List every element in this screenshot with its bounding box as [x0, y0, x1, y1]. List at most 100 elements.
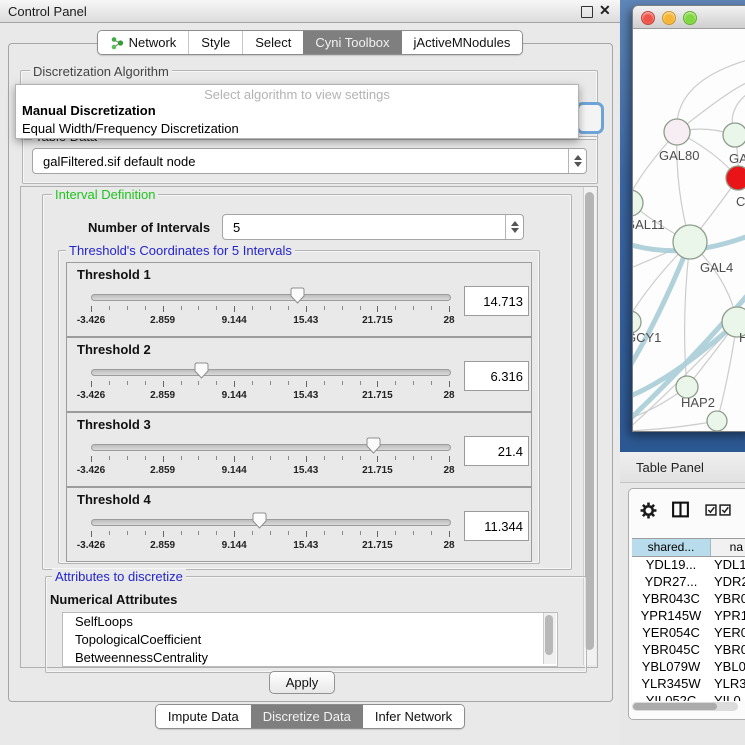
table-panel-title: Table Panel: [636, 460, 704, 475]
threshold-2-slider[interactable]: -3.4262.8599.14415.4321.71528: [67, 338, 531, 411]
attribute-list-item[interactable]: BetweennessCentrality: [63, 649, 557, 667]
dropdown-option-manual[interactable]: Manual Discretization: [16, 102, 578, 120]
slider-track[interactable]: [91, 519, 451, 526]
network-view-window[interactable]: GAL80GACGAL11GAL4GCY1HHAP2: [632, 5, 745, 432]
cell-name[interactable]: YBR0: [710, 590, 745, 607]
threshold-1-value-field[interactable]: [464, 286, 529, 316]
cell-shared-name[interactable]: YBR045C: [632, 641, 710, 658]
checkbox-icon[interactable]: [719, 504, 731, 516]
attributes-scrollbar-thumb[interactable]: [545, 615, 553, 655]
network-canvas[interactable]: GAL80GACGAL11GAL4GCY1HHAP2: [633, 29, 745, 431]
apply-button[interactable]: Apply: [269, 671, 335, 694]
slider-tick: [270, 306, 271, 310]
threshold-4-value-field[interactable]: [464, 511, 529, 541]
attribute-list-item[interactable]: SelfLoops: [63, 613, 557, 631]
cell-shared-name[interactable]: YDR27...: [632, 573, 710, 590]
slider-tick: [127, 531, 128, 535]
numerical-attributes-list[interactable]: SelfLoopsTopologicalCoefficientBetweenne…: [62, 612, 558, 667]
close-icon[interactable]: ✕: [599, 2, 611, 19]
slider-tick-label: 21.715: [362, 390, 393, 401]
network-node-label: GAL11: [633, 217, 665, 232]
tab-jactivemnodules[interactable]: jActiveMNodules: [402, 31, 523, 54]
slider-tick: [342, 531, 343, 535]
slider-tick: [198, 381, 199, 385]
slider-tick: [91, 456, 92, 462]
close-traffic-light-icon[interactable]: [641, 11, 655, 25]
table-rows[interactable]: YDL19...YDL1YDR27...YDR2YBR043CYBR0YPR14…: [632, 556, 745, 701]
cell-shared-name[interactable]: YBL079W: [632, 658, 710, 675]
threshold-2-value-field[interactable]: [464, 361, 529, 391]
table-row[interactable]: YLR345WYLR3: [632, 675, 745, 692]
slider-tick: [270, 531, 271, 535]
gear-icon[interactable]: [640, 502, 657, 519]
cell-name[interactable]: YDR2: [710, 573, 745, 590]
table-row[interactable]: YBL079WYBL0: [632, 658, 745, 675]
cell-shared-name[interactable]: YLR345W: [632, 675, 710, 692]
algorithm-combobox[interactable]: [576, 102, 604, 134]
network-window-titlebar[interactable]: [633, 6, 745, 29]
table-data-combobox[interactable]: galFiltered.sif default node: [32, 148, 587, 174]
network-node[interactable]: [723, 123, 745, 147]
network-node[interactable]: [664, 119, 690, 145]
attribute-list-item[interactable]: TopologicalCoefficient: [63, 631, 557, 649]
tab-network[interactable]: Network: [98, 31, 189, 54]
cell-name[interactable]: YPR1: [710, 607, 745, 624]
tab-infer-network[interactable]: Infer Network: [363, 705, 464, 728]
tab-style[interactable]: Style: [188, 31, 242, 54]
float-window-icon[interactable]: [581, 6, 593, 18]
slider-thumb[interactable]: [194, 362, 209, 379]
algorithm-dropdown-popup: Select algorithm to view settings Manual…: [15, 84, 579, 139]
network-node[interactable]: [726, 166, 745, 190]
table-row[interactable]: YBR045CYBR0: [632, 641, 745, 658]
tab-discretize-data[interactable]: Discretize Data: [251, 705, 363, 728]
checkbox-icon[interactable]: [705, 504, 717, 516]
slider-tick: [198, 306, 199, 310]
cell-shared-name[interactable]: YBR043C: [632, 590, 710, 607]
minimize-traffic-light-icon[interactable]: [662, 11, 676, 25]
dropdown-option-equal-width[interactable]: Equal Width/Frequency Discretization: [16, 120, 578, 138]
slider-tick-label: 9.144: [222, 390, 247, 401]
slider-thumb[interactable]: [252, 512, 267, 529]
tab-cyni-toolbox[interactable]: Cyni Toolbox: [303, 31, 401, 54]
threshold-3-slider[interactable]: -3.4262.8599.14415.4321.71528: [67, 413, 531, 486]
column-header-name[interactable]: na: [711, 539, 745, 556]
cell-name[interactable]: YIL0: [710, 692, 745, 701]
threshold-4-slider[interactable]: -3.4262.8599.14415.4321.71528: [67, 488, 531, 561]
table-row[interactable]: YIL052CYIL0: [632, 692, 745, 701]
cell-shared-name[interactable]: YDL19...: [632, 556, 710, 573]
threshold-3-value-field[interactable]: [464, 436, 529, 466]
cell-shared-name[interactable]: YER054C: [632, 624, 710, 641]
table-row[interactable]: YDR27...YDR2: [632, 573, 745, 590]
slider-thumb[interactable]: [290, 287, 305, 304]
slider-tick-label: 2.859: [150, 540, 175, 551]
network-node[interactable]: [707, 411, 727, 431]
horizontal-scrollbar-thumb[interactable]: [633, 703, 717, 710]
cell-shared-name[interactable]: YIL052C: [632, 692, 710, 701]
slider-track[interactable]: [91, 444, 451, 451]
slider-thumb[interactable]: [366, 437, 381, 454]
split-columns-icon[interactable]: [671, 500, 690, 519]
threshold-1-slider[interactable]: -3.4262.8599.14415.4321.71528: [67, 263, 531, 336]
slider-tick-label: 15.43: [293, 315, 318, 326]
slider-track[interactable]: [91, 294, 451, 301]
table-row[interactable]: YPR145WYPR1: [632, 607, 745, 624]
slider-tick-label: 2.859: [150, 390, 175, 401]
tab-impute-data[interactable]: Impute Data: [156, 705, 251, 728]
cell-name[interactable]: YBR0: [710, 641, 745, 658]
cell-name[interactable]: YLR3: [710, 675, 745, 692]
column-header-shared-name[interactable]: shared...: [632, 539, 711, 556]
table-row[interactable]: YER054CYER0: [632, 624, 745, 641]
zoom-traffic-light-icon[interactable]: [683, 11, 697, 25]
number-of-intervals-combobox[interactable]: 5: [222, 214, 524, 240]
slider-tick: [342, 381, 343, 385]
slider-track[interactable]: [91, 369, 451, 376]
network-node[interactable]: [673, 225, 707, 259]
tab-select[interactable]: Select: [242, 31, 303, 54]
table-row[interactable]: YBR043CYBR0: [632, 590, 745, 607]
cell-name[interactable]: YER0: [710, 624, 745, 641]
cell-name[interactable]: YDL1: [710, 556, 745, 573]
cell-shared-name[interactable]: YPR145W: [632, 607, 710, 624]
slider-tick-label: -3.426: [77, 465, 105, 476]
cell-name[interactable]: YBL0: [710, 658, 745, 675]
table-row[interactable]: YDL19...YDL1: [632, 556, 745, 573]
